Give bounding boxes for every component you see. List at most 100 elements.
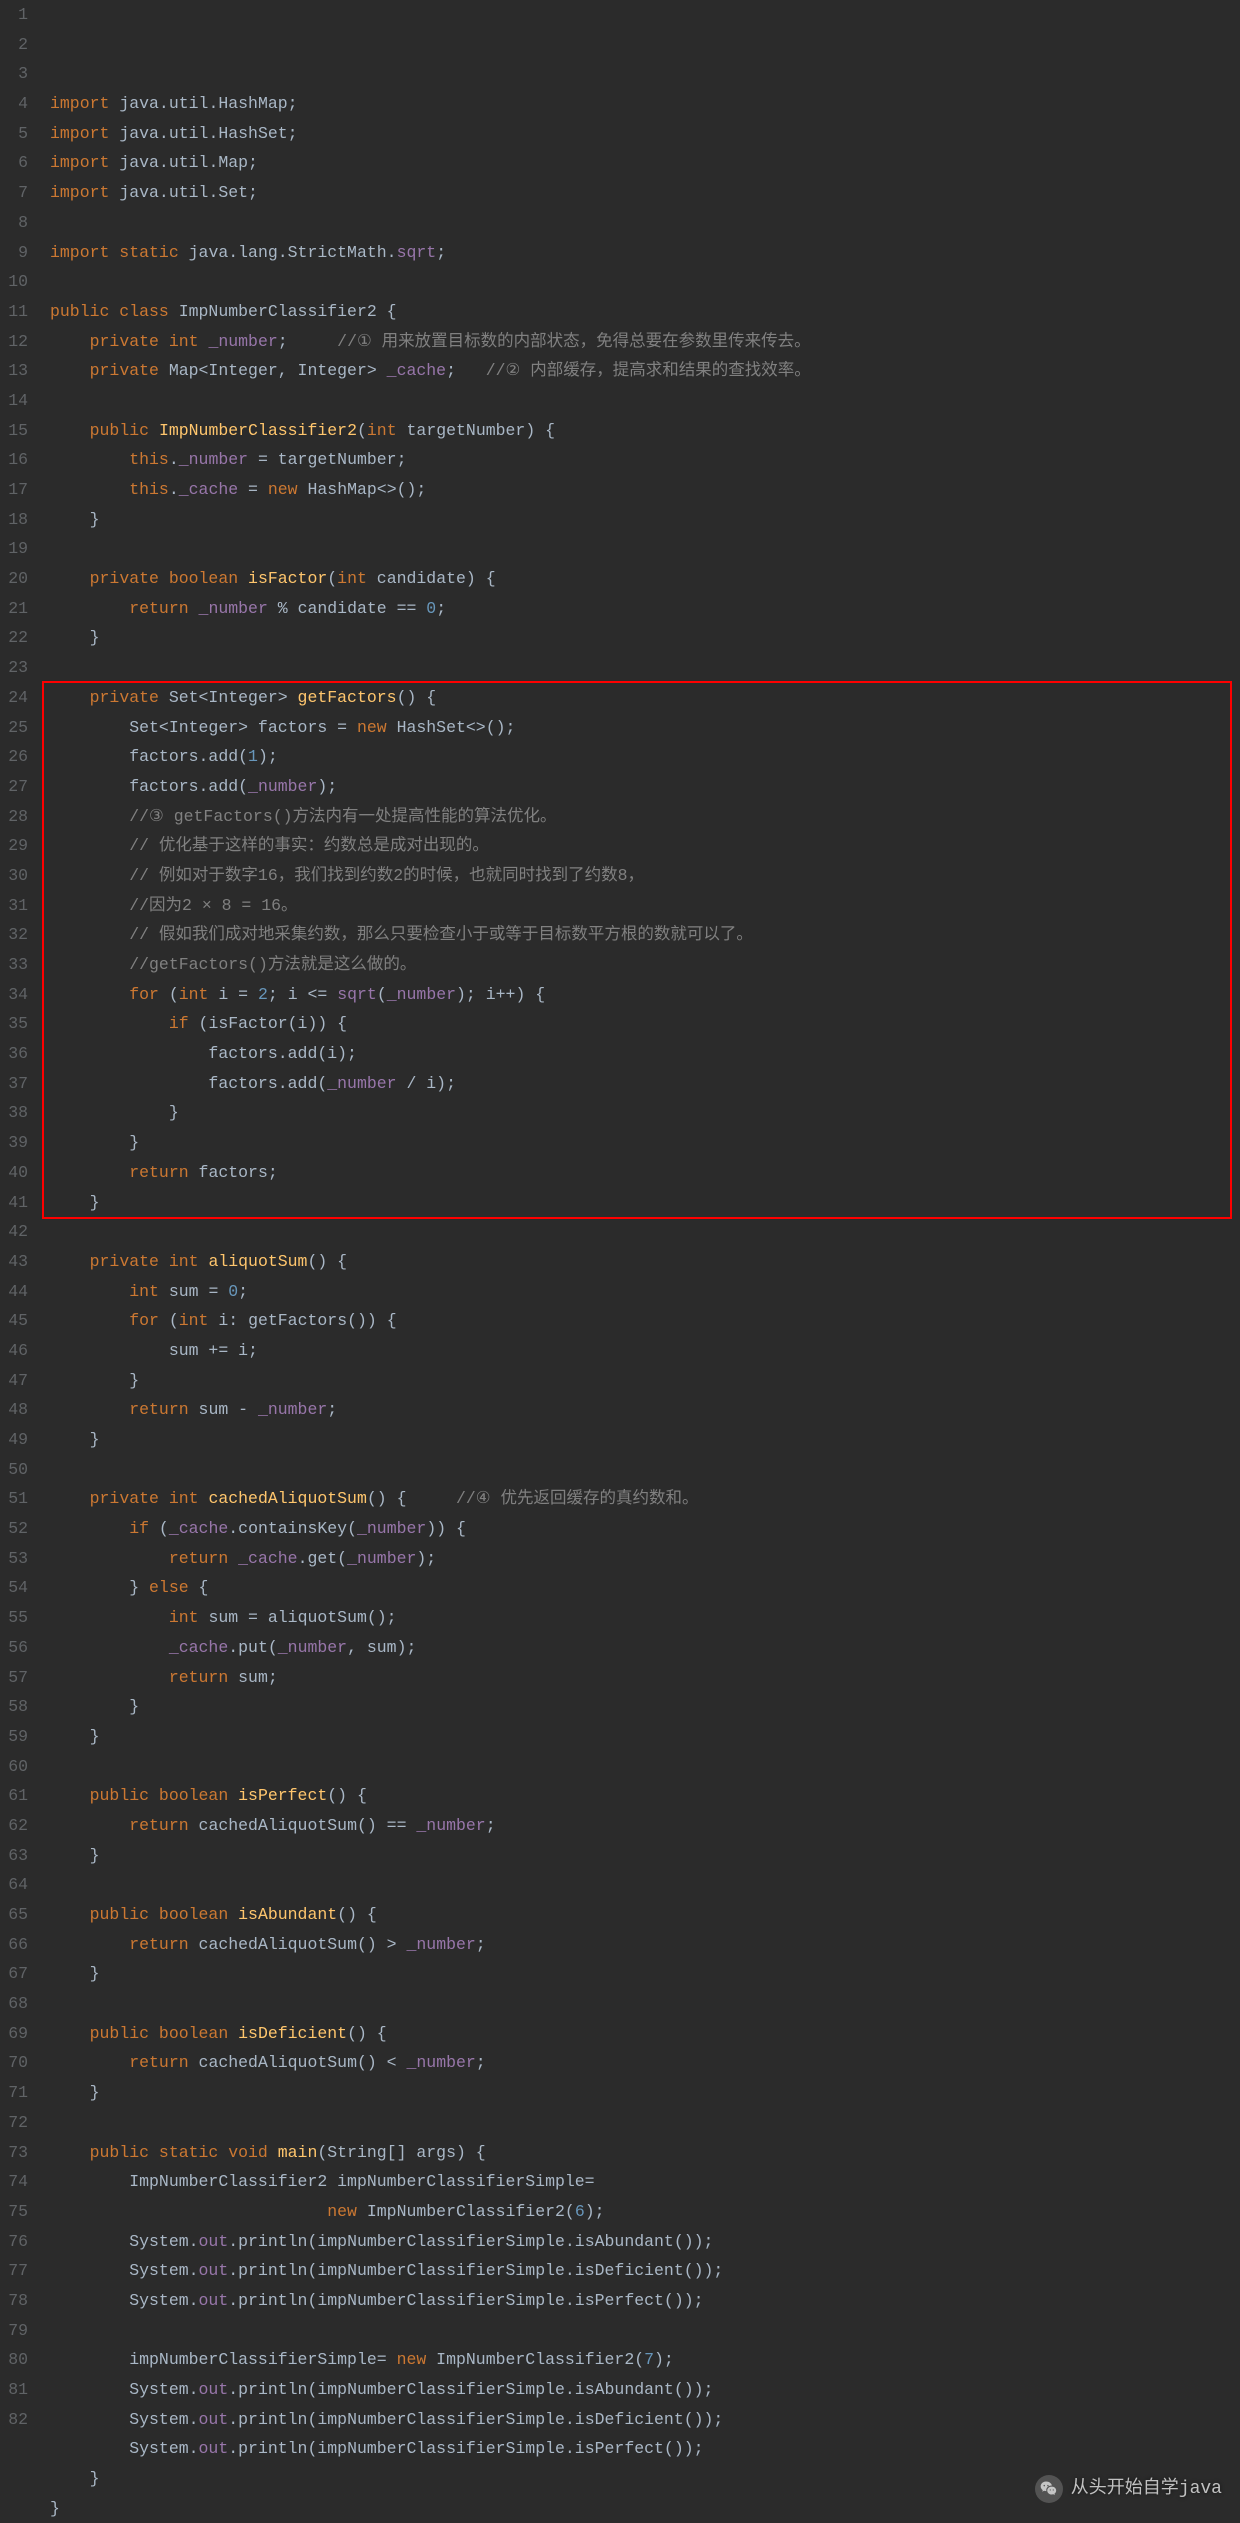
code-line[interactable]: private Set<Integer> getFactors() { — [50, 683, 1240, 713]
code-line[interactable]: new ImpNumberClassifier2(6); — [50, 2197, 1240, 2227]
code-line[interactable] — [50, 386, 1240, 416]
code-line[interactable]: //getFactors()方法就是这么做的。 — [50, 950, 1240, 980]
code-line[interactable]: // 假如我们成对地采集约数，那么只要检查小于或等于目标数平方根的数就可以了。 — [50, 920, 1240, 950]
code-line[interactable]: return cachedAliquotSum() < _number; — [50, 2048, 1240, 2078]
line-number: 2 — [0, 30, 28, 60]
code-line[interactable]: private int aliquotSum() { — [50, 1247, 1240, 1277]
code-line[interactable]: } — [50, 1098, 1240, 1128]
code-line[interactable]: import java.util.HashMap; — [50, 89, 1240, 119]
code-line[interactable]: } — [50, 2078, 1240, 2108]
code-line[interactable]: import java.util.Set; — [50, 178, 1240, 208]
code-line[interactable]: int sum = aliquotSum(); — [50, 1603, 1240, 1633]
line-number: 33 — [0, 950, 28, 980]
code-line[interactable] — [50, 2108, 1240, 2138]
code-line[interactable]: System.out.println(impNumberClassifierSi… — [50, 2286, 1240, 2316]
code-line[interactable]: //③ getFactors()方法内有一处提高性能的算法优化。 — [50, 802, 1240, 832]
code-line[interactable]: factors.add(_number); — [50, 772, 1240, 802]
code-line[interactable]: if (_cache.containsKey(_number)) { — [50, 1514, 1240, 1544]
code-line[interactable]: this._number = targetNumber; — [50, 445, 1240, 475]
code-line[interactable]: this._cache = new HashMap<>(); — [50, 475, 1240, 505]
code-line[interactable]: private int cachedAliquotSum() { //④ 优先返… — [50, 1484, 1240, 1514]
code-line[interactable]: public ImpNumberClassifier2(int targetNu… — [50, 416, 1240, 446]
code-line[interactable]: factors.add(_number / i); — [50, 1069, 1240, 1099]
code-editor[interactable]: 1234567891011121314151617181920212223242… — [0, 0, 1240, 2523]
code-line[interactable]: public boolean isAbundant() { — [50, 1900, 1240, 1930]
code-line[interactable]: } — [50, 1722, 1240, 1752]
code-line[interactable]: } — [50, 1959, 1240, 1989]
code-line[interactable]: return sum; — [50, 1663, 1240, 1693]
code-line[interactable]: if (isFactor(i)) { — [50, 1009, 1240, 1039]
code-line[interactable]: // 优化基于这样的事实：约数总是成对出现的。 — [50, 831, 1240, 861]
line-number: 51 — [0, 1484, 28, 1514]
code-line[interactable]: impNumberClassifierSimple= new ImpNumber… — [50, 2345, 1240, 2375]
code-line[interactable]: return cachedAliquotSum() == _number; — [50, 1811, 1240, 1841]
code-line[interactable]: System.out.println(impNumberClassifierSi… — [50, 2405, 1240, 2435]
line-number: 63 — [0, 1841, 28, 1871]
code-line[interactable]: return _number % candidate == 0; — [50, 594, 1240, 624]
code-line[interactable]: for (int i = 2; i <= sqrt(_number); i++)… — [50, 980, 1240, 1010]
code-line[interactable]: } — [50, 1128, 1240, 1158]
code-line[interactable] — [50, 534, 1240, 564]
code-line[interactable]: System.out.println(impNumberClassifierSi… — [50, 2434, 1240, 2464]
line-number: 59 — [0, 1722, 28, 1752]
code-line[interactable] — [50, 1217, 1240, 1247]
code-line[interactable] — [50, 208, 1240, 238]
code-line[interactable]: } — [50, 1841, 1240, 1871]
code-line[interactable]: System.out.println(impNumberClassifierSi… — [50, 2227, 1240, 2257]
line-number: 76 — [0, 2227, 28, 2257]
code-line[interactable]: private Map<Integer, Integer> _cache; //… — [50, 356, 1240, 386]
code-line[interactable]: int sum = 0; — [50, 1277, 1240, 1307]
code-line[interactable]: } else { — [50, 1573, 1240, 1603]
code-line[interactable]: private int _number; //① 用来放置目标数的内部状态，免得… — [50, 327, 1240, 357]
code-line[interactable]: return cachedAliquotSum() > _number; — [50, 1930, 1240, 1960]
code-line[interactable]: factors.add(1); — [50, 742, 1240, 772]
code-line[interactable]: } — [50, 1366, 1240, 1396]
code-line[interactable]: } — [50, 1425, 1240, 1455]
code-line[interactable] — [50, 2316, 1240, 2346]
code-line[interactable]: Set<Integer> factors = new HashSet<>(); — [50, 713, 1240, 743]
code-line[interactable]: } — [50, 505, 1240, 535]
code-line[interactable] — [50, 1752, 1240, 1782]
line-number: 52 — [0, 1514, 28, 1544]
line-number: 80 — [0, 2345, 28, 2375]
line-number: 3 — [0, 59, 28, 89]
code-line[interactable]: _cache.put(_number, sum); — [50, 1633, 1240, 1663]
code-line[interactable]: import static java.lang.StrictMath.sqrt; — [50, 238, 1240, 268]
code-line[interactable]: System.out.println(impNumberClassifierSi… — [50, 2256, 1240, 2286]
line-number: 32 — [0, 920, 28, 950]
code-line[interactable]: // 例如对于数字16，我们找到约数2的时候，也就同时找到了约数8， — [50, 861, 1240, 891]
code-line[interactable]: } — [50, 1188, 1240, 1218]
code-line[interactable] — [50, 1870, 1240, 1900]
line-number: 46 — [0, 1336, 28, 1366]
code-line[interactable]: public boolean isPerfect() { — [50, 1781, 1240, 1811]
code-line[interactable]: private boolean isFactor(int candidate) … — [50, 564, 1240, 594]
line-number: 36 — [0, 1039, 28, 1069]
code-line[interactable]: import java.util.Map; — [50, 148, 1240, 178]
code-line[interactable] — [50, 653, 1240, 683]
line-number: 27 — [0, 772, 28, 802]
code-line[interactable] — [50, 1989, 1240, 2019]
code-line[interactable]: factors.add(i); — [50, 1039, 1240, 1069]
line-number: 18 — [0, 505, 28, 535]
code-line[interactable]: return factors; — [50, 1158, 1240, 1188]
code-line[interactable]: ImpNumberClassifier2 impNumberClassifier… — [50, 2167, 1240, 2197]
code-line[interactable]: //因为2 × 8 = 16。 — [50, 891, 1240, 921]
code-line[interactable]: sum += i; — [50, 1336, 1240, 1366]
code-line[interactable]: public static void main(String[] args) { — [50, 2138, 1240, 2168]
code-line[interactable]: public class ImpNumberClassifier2 { — [50, 297, 1240, 327]
line-number: 13 — [0, 356, 28, 386]
line-number: 47 — [0, 1366, 28, 1396]
code-line[interactable]: } — [50, 1692, 1240, 1722]
line-number: 37 — [0, 1069, 28, 1099]
code-line[interactable]: import java.util.HashSet; — [50, 119, 1240, 149]
code-line[interactable]: } — [50, 623, 1240, 653]
code-line[interactable]: System.out.println(impNumberClassifierSi… — [50, 2375, 1240, 2405]
code-line[interactable]: public boolean isDeficient() { — [50, 2019, 1240, 2049]
code-area[interactable]: import java.util.HashMap;import java.uti… — [40, 0, 1240, 2523]
code-line[interactable]: return _cache.get(_number); — [50, 1544, 1240, 1574]
code-line[interactable]: return sum - _number; — [50, 1395, 1240, 1425]
code-line[interactable] — [50, 267, 1240, 297]
code-line[interactable]: for (int i: getFactors()) { — [50, 1306, 1240, 1336]
line-number: 74 — [0, 2167, 28, 2197]
code-line[interactable] — [50, 1455, 1240, 1485]
